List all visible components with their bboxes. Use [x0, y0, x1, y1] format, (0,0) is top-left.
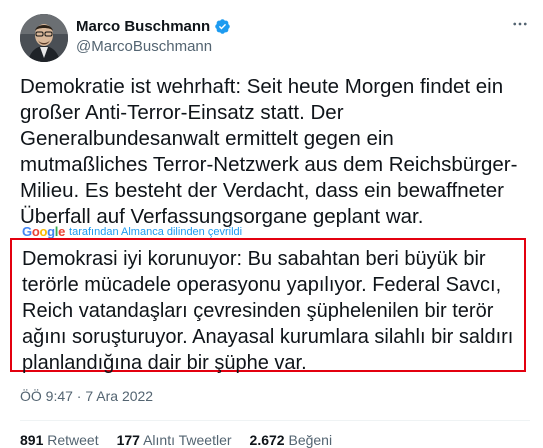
author-name-line: Marco Buschmann — [76, 18, 231, 35]
translated-text: Demokrasi iyi korunuyor: Bu sabahtan ber… — [22, 248, 514, 374]
translation-attribution: Google tarafından Almanca dilinden çevri… — [22, 224, 242, 239]
translated-text-highlight: Demokrasi iyi korunuyor: Bu sabahtan ber… — [10, 238, 526, 374]
tweet-stats: 891 Retweet 177 Alıntı Tweetler 2.672 Be… — [20, 432, 332, 448]
quotes-label: Alıntı Tweetler — [143, 432, 232, 448]
retweets-stat[interactable]: 891 Retweet — [20, 432, 99, 448]
tweet-header: Marco Buschmann @MarcoBuschmann — [20, 14, 530, 62]
tweet-text: Demokratie ist wehrhaft: Seit heute Morg… — [20, 75, 518, 228]
google-logo: Google — [22, 224, 66, 239]
more-options-icon[interactable] — [510, 14, 530, 34]
author-handle[interactable]: @MarcoBuschmann — [76, 38, 212, 55]
likes-count: 2.672 — [249, 432, 285, 448]
verified-badge-icon — [215, 19, 230, 34]
likes-label: Beğeni — [288, 432, 333, 448]
tweet-timestamp[interactable]: ÖÖ 9:47 · 7 Ara 2022 — [20, 388, 153, 404]
quotes-count: 177 — [116, 432, 140, 448]
avatar[interactable] — [20, 14, 68, 62]
likes-stat[interactable]: 2.672 Beğeni — [250, 432, 333, 448]
author-name[interactable]: Marco Buschmann — [76, 18, 210, 35]
quotes-stat[interactable]: 177 Alıntı Tweetler — [117, 432, 232, 448]
translation-note[interactable]: tarafından Almanca dilinden çevrildi — [69, 226, 242, 238]
divider — [20, 420, 530, 421]
retweets-count: 891 — [20, 432, 44, 448]
profile-photo-icon — [20, 14, 68, 62]
retweets-label: Retweet — [47, 432, 99, 448]
